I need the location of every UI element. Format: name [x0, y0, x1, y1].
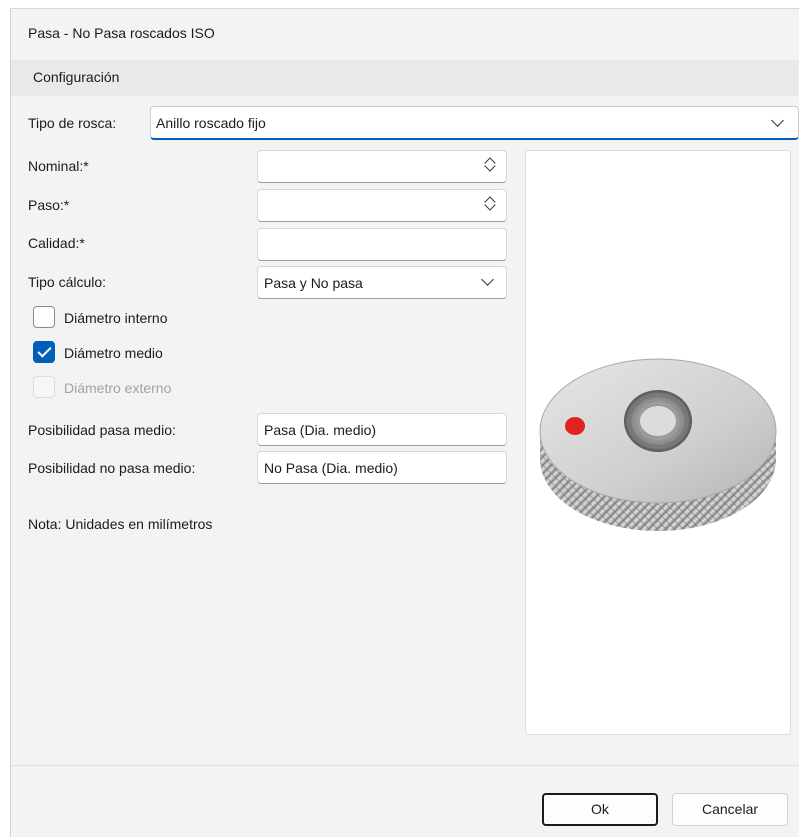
nominal-label: Nominal:*	[28, 158, 89, 174]
tipo-calculo-value: Pasa y No pasa	[264, 275, 363, 291]
diametro-externo-label: Diámetro externo	[64, 380, 172, 396]
tipo-calculo-label: Tipo cálculo:	[28, 274, 107, 290]
chevron-down-icon	[481, 273, 494, 286]
pasa-medio-label: Posibilidad pasa medio:	[28, 422, 176, 438]
pasa-medio-value: Pasa (Dia. medio)	[264, 422, 377, 438]
units-note: Nota: Unidades en milímetros	[28, 516, 213, 532]
section-header: Configuración	[11, 60, 799, 96]
footer: Ok Cancelar	[11, 766, 799, 837]
spin-updown-icon[interactable]	[484, 196, 496, 214]
calidad-label: Calidad:*	[28, 235, 85, 251]
thread-type-label: Tipo de rosca:	[28, 115, 117, 131]
spin-updown-icon[interactable]	[484, 157, 496, 175]
diametro-interno-label: Diámetro interno	[64, 310, 168, 326]
ok-button[interactable]: Ok	[542, 793, 658, 826]
section-title: Configuración	[33, 69, 120, 85]
diametro-interno-checkbox[interactable]	[33, 306, 55, 328]
no-pasa-medio-label: Posibilidad no pasa medio:	[28, 460, 196, 476]
diametro-medio-checkbox[interactable]	[33, 341, 55, 363]
thread-type-value: Anillo roscado fijo	[156, 115, 266, 131]
no-pasa-medio-input[interactable]: No Pasa (Dia. medio)	[257, 451, 507, 484]
chevron-down-icon	[771, 114, 784, 127]
thread-type-dropdown[interactable]: Anillo roscado fijo	[150, 106, 799, 140]
cancel-button[interactable]: Cancelar	[672, 793, 788, 826]
window-title: Pasa - No Pasa roscados ISO	[28, 25, 215, 41]
title-bar: Pasa - No Pasa roscados ISO	[11, 9, 799, 59]
paso-label: Paso:*	[28, 197, 70, 213]
thread-ring-gauge-image	[539, 358, 777, 531]
image-panel	[525, 150, 791, 735]
tipo-calculo-dropdown[interactable]: Pasa y No pasa	[257, 266, 507, 299]
diametro-externo-checkbox	[33, 376, 55, 398]
calidad-input[interactable]	[257, 228, 507, 261]
pasa-medio-input[interactable]: Pasa (Dia. medio)	[257, 413, 507, 446]
nominal-input[interactable]	[257, 150, 507, 183]
dialog-window: Pasa - No Pasa roscados ISO Configuració…	[10, 8, 799, 837]
no-pasa-medio-value: No Pasa (Dia. medio)	[264, 460, 398, 476]
diametro-medio-label: Diámetro medio	[64, 345, 163, 361]
paso-input[interactable]	[257, 189, 507, 222]
